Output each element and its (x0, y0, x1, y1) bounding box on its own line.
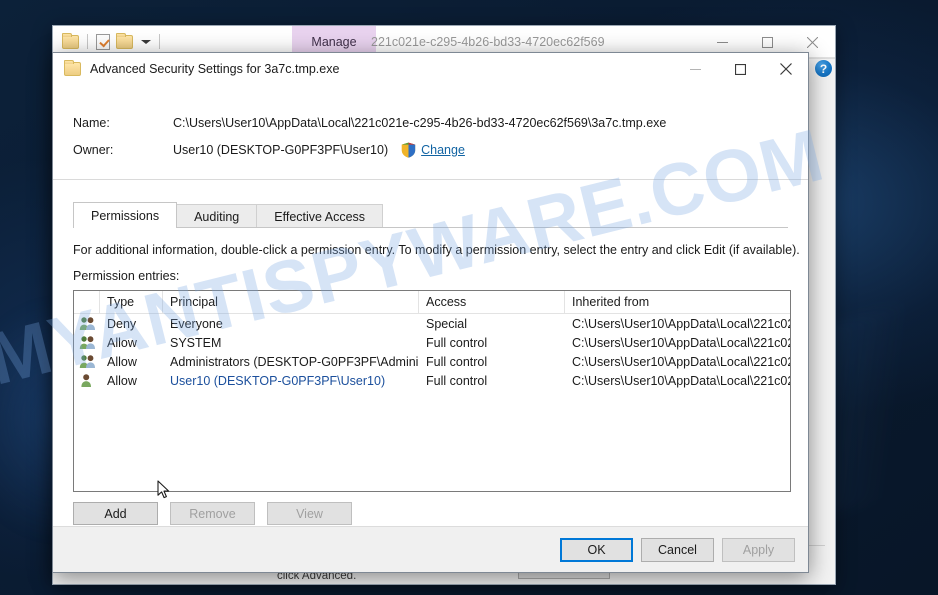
cell-inherited-from: C:\Users\User10\AppData\Local\221c021e-c… (572, 335, 790, 350)
ok-button[interactable]: OK (560, 538, 633, 562)
group-icon (74, 333, 100, 352)
table-row[interactable]: Allow SYSTEM Full control C:\Users\User1… (74, 333, 790, 352)
maximize-icon[interactable] (718, 53, 763, 85)
table-row[interactable]: Allow Administrators (DESKTOP-G0PF3PF\Ad… (74, 352, 790, 371)
dialog-titlebar[interactable]: Advanced Security Settings for 3a7c.tmp.… (53, 53, 808, 85)
customize-caret-icon[interactable] (141, 39, 151, 44)
cell-inherited-from: C:\Users\User10\AppData\Local\221c021e-c… (572, 354, 790, 369)
divider (53, 179, 808, 180)
user-icon (74, 371, 100, 390)
list-header: Type Principal Access Inherited from (74, 291, 790, 314)
column-header-icon (74, 291, 100, 313)
column-header-access[interactable]: Access (419, 291, 565, 313)
cell-access: Full control (426, 354, 488, 369)
advanced-security-settings-dialog[interactable]: Advanced Security Settings for 3a7c.tmp.… (52, 52, 809, 573)
change-owner-link[interactable]: Change (421, 143, 465, 157)
toolbar-divider (87, 34, 88, 49)
help-icon[interactable]: ? (815, 60, 832, 77)
name-row: Name: C:\Users\User10\AppData\Local\221c… (73, 109, 666, 136)
name-label: Name: (73, 115, 110, 130)
cell-type: Allow (107, 373, 137, 388)
properties-checkmark-icon[interactable] (96, 33, 110, 50)
uac-shield-icon (401, 142, 416, 158)
cell-principal: Administrators (DESKTOP-G0PF3PF\Admini..… (170, 354, 419, 369)
dialog-footer: OK Cancel Apply (53, 526, 808, 572)
file-info-fields: Name: C:\Users\User10\AppData\Local\221c… (73, 109, 666, 163)
owner-value: User10 (DESKTOP-G0PF3PF\User10) (173, 142, 389, 157)
tab-permissions[interactable]: Permissions (73, 202, 178, 228)
cell-type: Allow (107, 335, 137, 350)
cell-inherited-from: C:\Users\User10\AppData\Local\221c021e-c… (572, 373, 790, 388)
cell-inherited-from: C:\Users\User10\AppData\Local\221c021e-c… (572, 316, 790, 331)
cell-principal: SYSTEM (170, 335, 222, 350)
cell-access: Special (426, 316, 467, 331)
permission-entries-label: Permission entries: (73, 269, 180, 283)
view-button: View (267, 502, 352, 525)
cell-type: Allow (107, 354, 137, 369)
column-header-principal[interactable]: Principal (163, 291, 419, 313)
group-icon (74, 314, 100, 333)
folder-icon[interactable] (62, 32, 79, 49)
cell-principal: Everyone (170, 316, 223, 331)
column-header-inherited-from[interactable]: Inherited from (565, 291, 790, 313)
cancel-button[interactable]: Cancel (641, 538, 714, 562)
tab-effective-access[interactable]: Effective Access (256, 204, 384, 228)
footer-buttons[interactable]: OK Cancel Apply (560, 538, 795, 562)
remove-button: Remove (170, 502, 255, 525)
toolbar-divider (159, 34, 160, 49)
apply-button: Apply (722, 538, 795, 562)
minimize-icon[interactable] (673, 53, 718, 85)
dialog-window-controls[interactable] (673, 53, 808, 85)
cell-principal: User10 (DESKTOP-G0PF3PF\User10) (170, 373, 386, 388)
list-action-buttons[interactable]: Add Remove View (73, 502, 352, 525)
table-row[interactable]: Deny Everyone Special C:\Users\User10\Ap… (74, 314, 790, 333)
manage-tab-label: Manage (311, 35, 357, 49)
info-text: For additional information, double-click… (73, 243, 800, 257)
dialog-title: Advanced Security Settings for 3a7c.tmp.… (90, 62, 340, 76)
close-icon[interactable] (763, 53, 808, 85)
cell-type: Deny (107, 316, 137, 331)
add-button[interactable]: Add (73, 502, 158, 525)
column-header-type[interactable]: Type (100, 291, 163, 313)
folder-icon[interactable] (116, 32, 133, 49)
tab-underline (73, 227, 788, 228)
cell-access: Full control (426, 373, 488, 388)
tab-auditing[interactable]: Auditing (176, 204, 258, 228)
dialog-tabs[interactable]: Permissions Auditing Effective Access (73, 202, 788, 228)
owner-label: Owner: (73, 142, 114, 157)
permission-entries-list[interactable]: Type Principal Access Inherited from Den… (73, 290, 791, 492)
group-icon (74, 352, 100, 371)
name-value: C:\Users\User10\AppData\Local\221c021e-c… (173, 115, 667, 130)
cell-access: Full control (426, 335, 488, 350)
tab-active-underline (74, 227, 152, 228)
dialog-content: Name: C:\Users\User10\AppData\Local\221c… (53, 85, 808, 572)
table-row[interactable]: Allow User10 (DESKTOP-G0PF3PF\User10) Fu… (74, 371, 790, 390)
owner-row: Owner: User10 (DESKTOP-G0PF3PF\User10) C… (73, 136, 666, 163)
folder-icon (64, 60, 81, 76)
